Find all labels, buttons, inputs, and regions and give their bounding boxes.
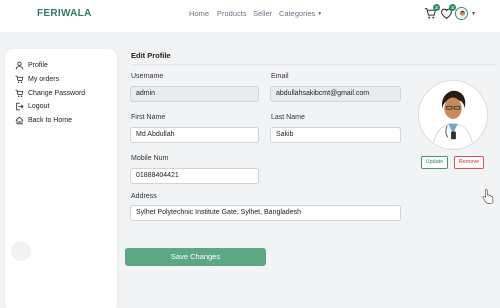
first-name-field[interactable]: Md Abdullah bbox=[130, 127, 259, 143]
logout-icon bbox=[16, 102, 24, 110]
edit-profile-panel: Edit Profile Username admin Email abdull… bbox=[124, 49, 500, 308]
sidebar-item-logout[interactable]: Logout bbox=[15, 100, 49, 112]
hand-cursor-icon bbox=[482, 189, 494, 204]
last-name-label: Last Name bbox=[271, 114, 305, 121]
cart-count-badge: 2 bbox=[433, 4, 440, 11]
cart-icon bbox=[15, 89, 24, 97]
wishlist-button[interactable]: 4 bbox=[440, 4, 456, 20]
remove-photo-button[interactable]: Remove bbox=[454, 156, 484, 169]
update-photo-button[interactable]: Update bbox=[421, 156, 448, 169]
avatar bbox=[419, 81, 487, 149]
nav-categories-label: Categories bbox=[279, 9, 316, 18]
sidebar-item-label: Back to Home bbox=[28, 116, 72, 124]
username-field[interactable]: admin bbox=[130, 86, 259, 102]
sidebar-item-change-password[interactable]: Change Password bbox=[15, 87, 85, 99]
email-label: Email bbox=[271, 73, 289, 80]
avatar bbox=[456, 8, 467, 19]
user-avatar-button[interactable] bbox=[455, 7, 468, 20]
sidebar-item-label: My orders bbox=[28, 75, 60, 83]
nav-home[interactable]: Home bbox=[189, 9, 217, 18]
mobile-label: Mobile Num bbox=[131, 155, 169, 162]
profile-photo bbox=[418, 80, 488, 150]
mobile-field[interactable]: 01888404421 bbox=[130, 168, 259, 184]
chevron-down-icon[interactable]: ▼ bbox=[471, 11, 476, 17]
user-icon bbox=[15, 61, 24, 69]
nav-seller[interactable]: Seller bbox=[253, 9, 279, 18]
address-field[interactable]: Sylhet Polytechnic Institute Gate, Sylhe… bbox=[130, 205, 401, 221]
top-navbar: FERIWALA Home Products Seller Categories… bbox=[0, 0, 500, 32]
cart-button[interactable]: 2 bbox=[424, 4, 440, 20]
email-field[interactable]: abdullahsakibcmt@gmail.com bbox=[270, 86, 401, 102]
sidebar-item-label: Change Password bbox=[28, 89, 86, 97]
save-changes-button[interactable]: Save Changes bbox=[125, 248, 266, 266]
divider bbox=[131, 64, 496, 65]
sidebar-item-my-orders[interactable]: My orders bbox=[15, 73, 59, 85]
username-label: Username bbox=[131, 73, 164, 80]
account-sidebar: Profile My orders Change Password Logout… bbox=[5, 49, 117, 308]
nav-categories-dropdown[interactable]: Categories ▼ bbox=[279, 9, 325, 18]
page-title: Edit Profile bbox=[131, 51, 171, 60]
decorative-circle bbox=[11, 241, 31, 261]
sidebar-item-label: Logout bbox=[28, 102, 50, 110]
main-nav: Home Products Seller Categories ▼ bbox=[189, 9, 325, 18]
last-name-field[interactable]: Sakib bbox=[270, 127, 401, 143]
first-name-label: First Name bbox=[131, 114, 166, 121]
cart-icon bbox=[15, 75, 24, 83]
nav-products[interactable]: Products bbox=[217, 9, 253, 18]
sidebar-item-back-to-home[interactable]: Back to Home bbox=[15, 114, 72, 126]
address-label: Address bbox=[131, 193, 157, 200]
brand-logo[interactable]: FERIWALA bbox=[37, 8, 92, 19]
sidebar-item-profile[interactable]: Profile bbox=[15, 59, 48, 71]
sidebar-item-label: Profile bbox=[28, 61, 48, 69]
chevron-down-icon: ▼ bbox=[317, 11, 323, 18]
home-icon bbox=[15, 116, 24, 124]
